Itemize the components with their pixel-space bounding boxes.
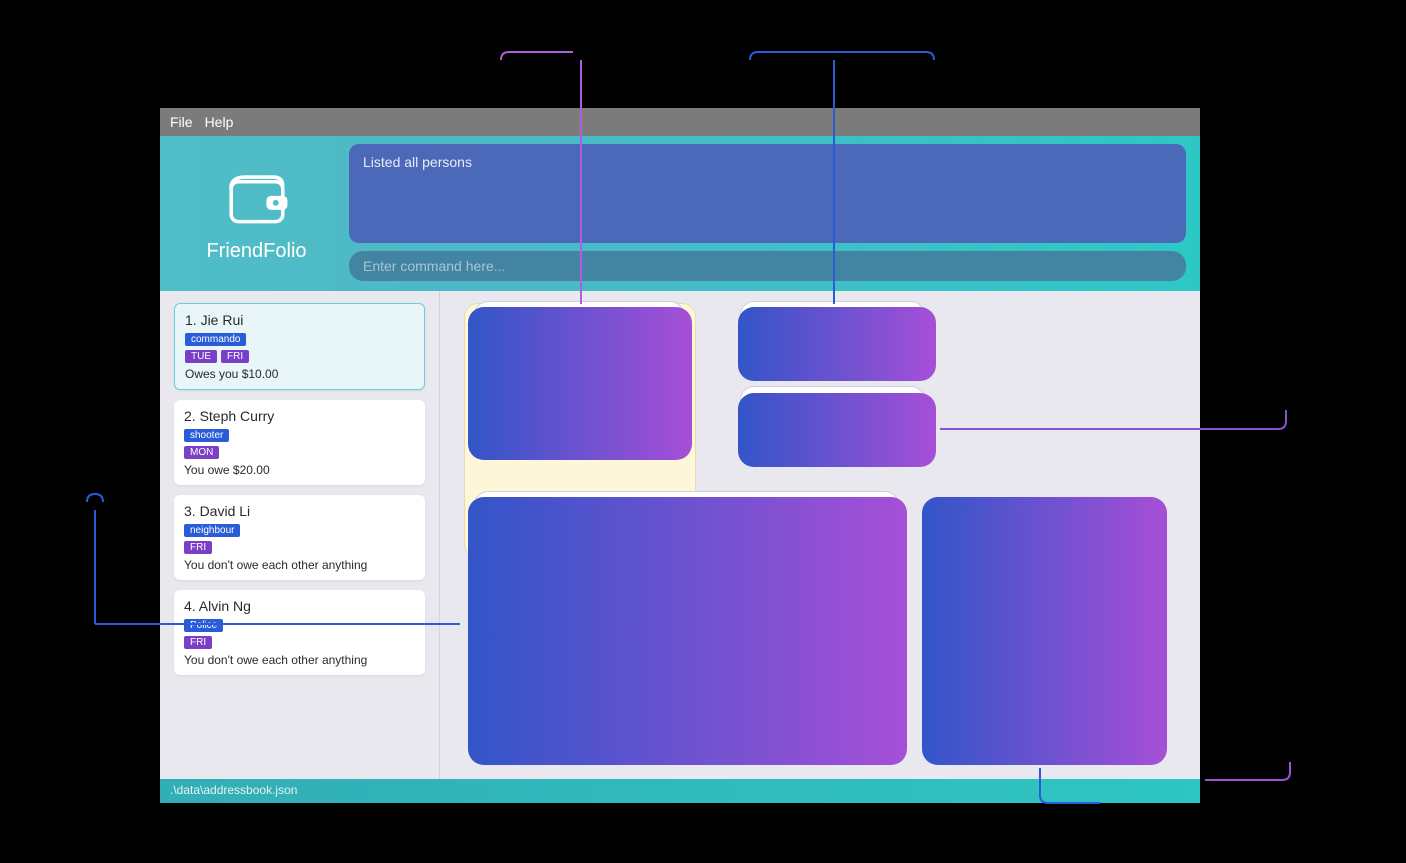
tag-chip: Police xyxy=(184,619,223,632)
tag-icon xyxy=(751,308,767,324)
owe-text: You don't owe each other anything xyxy=(184,558,415,572)
money-icon xyxy=(491,649,507,665)
tag-chip: neighbour xyxy=(184,524,240,537)
person-title: 2. Steph Curry xyxy=(184,408,415,424)
menu-bar: File Help xyxy=(160,108,1200,136)
person-list[interactable]: 1. Jie Rui commando TUE FRI Owes you $10.00 2… xyxy=(160,291,440,779)
person-card[interactable]: 4. Alvin Ng Police FRI You don't owe each o… xyxy=(174,590,425,675)
day-chip: FRI xyxy=(836,422,864,435)
detail-area: Jie Rui Tags: commando Days Available: T… xyxy=(440,291,1200,779)
day-chip: MON xyxy=(184,446,219,459)
phone-icon xyxy=(491,537,507,553)
logo: FriendFolio xyxy=(174,144,339,281)
person-card[interactable]: 2. Steph Curry shooter MON You owe $20.00 xyxy=(174,400,425,485)
money-label: Money Owed xyxy=(515,650,595,665)
person-title: 3. David Li xyxy=(184,503,415,519)
tags-label: Tags: xyxy=(773,309,807,324)
person-title: 1. Jie Rui xyxy=(185,312,414,328)
home-icon xyxy=(491,565,507,581)
address-value: Woodlands xyxy=(624,566,689,581)
calendar-icon xyxy=(751,393,767,409)
app-title: FriendFolio xyxy=(206,240,306,263)
email-label: Email: xyxy=(515,594,554,609)
day-chip: FRI xyxy=(221,350,249,363)
money-value: Owes you $10.00 xyxy=(624,650,725,665)
day-chip: TUE xyxy=(800,422,832,435)
command-input[interactable] xyxy=(349,251,1186,281)
phone-label: Phone Number: xyxy=(515,538,612,553)
contact-heading: Contact Details xyxy=(491,504,882,527)
content-area: 1. Jie Rui commando TUE FRI Owes you $10.00 2… xyxy=(160,291,1200,779)
owe-text: You don't owe each other anything xyxy=(184,653,415,667)
contact-panel: Contact Details Phone Number: 98778765 A… xyxy=(474,491,899,746)
email-value: jierui@nus.com xyxy=(624,594,714,609)
person-card[interactable]: 3. David Li neighbour FRI You don't owe eac… xyxy=(174,495,425,580)
cake-icon xyxy=(491,621,507,637)
detail-name: Jie Rui xyxy=(533,354,625,387)
day-chip: TUE xyxy=(185,350,217,363)
tag-chip: commando xyxy=(185,333,246,346)
owe-text: Owes you $10.00 xyxy=(185,367,414,381)
birthday-label: Birthday: xyxy=(515,622,572,637)
result-display: Listed all persons xyxy=(349,144,1186,243)
status-bar: .\data\addressbook.json xyxy=(160,779,1200,803)
email-icon xyxy=(491,593,507,609)
person-card[interactable]: 1. Jie Rui commando TUE FRI Owes you $10.00 xyxy=(174,303,425,390)
days-label: Days Available: xyxy=(773,394,868,409)
wallet-icon xyxy=(217,163,297,238)
day-chip: FRI xyxy=(184,541,212,554)
tag-chip: commando xyxy=(802,337,863,350)
days-panel: Days Available: TUE FRI xyxy=(740,386,925,448)
app-window: File Help FriendFolio Listed all persons… xyxy=(160,108,1200,803)
tag-chip: shooter xyxy=(184,429,229,442)
name-panel: Jie Rui xyxy=(474,301,684,441)
header: FriendFolio Listed all persons xyxy=(160,136,1200,291)
owe-text: You owe $20.00 xyxy=(184,463,415,477)
menu-help[interactable]: Help xyxy=(205,114,234,130)
phone-value: 98778765 xyxy=(624,538,682,553)
tags-panel: Tags: commando xyxy=(740,301,925,363)
person-title: 4. Alvin Ng xyxy=(184,598,415,614)
address-label: Address: xyxy=(515,566,571,581)
menu-file[interactable]: File xyxy=(170,114,193,130)
day-chip: FRI xyxy=(184,636,212,649)
